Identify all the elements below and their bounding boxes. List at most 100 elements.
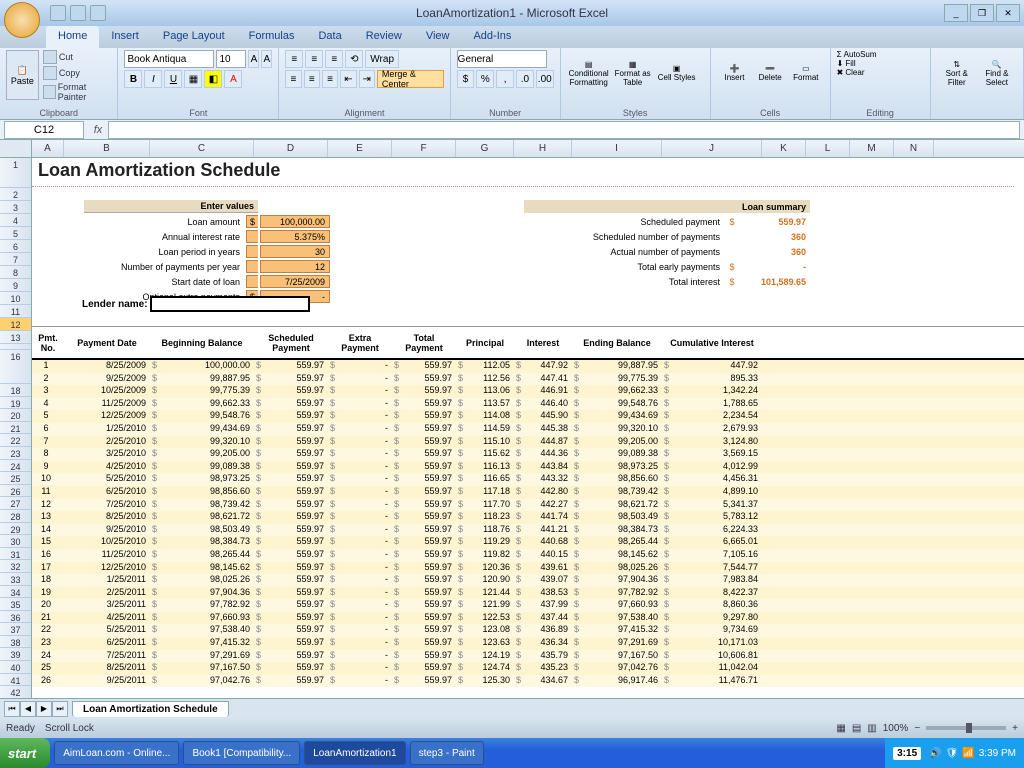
currency-button[interactable]: $: [457, 70, 475, 88]
row-header[interactable]: 6: [0, 240, 31, 253]
row-header[interactable]: 18: [0, 384, 31, 397]
row-header[interactable]: 21: [0, 422, 31, 435]
fx-icon[interactable]: fx: [88, 124, 108, 136]
format-painter-button[interactable]: Format Painter: [43, 82, 112, 102]
table-row[interactable]: 94/25/2010$99,089.38$559.97$-$559.97$116…: [32, 461, 1024, 474]
row-header[interactable]: 28: [0, 510, 31, 523]
taskbar-item[interactable]: Book1 [Compatibility...: [183, 741, 300, 765]
font-name-select[interactable]: [124, 50, 214, 68]
col-header-E[interactable]: E: [328, 140, 392, 157]
row-header[interactable]: 22: [0, 434, 31, 447]
shrink-font-button[interactable]: A: [261, 50, 272, 68]
col-header-N[interactable]: N: [894, 140, 934, 157]
table-row[interactable]: 258/25/2011$97,167.50$559.97$-$559.97$12…: [32, 662, 1024, 675]
row-header[interactable]: 5: [0, 227, 31, 240]
decrease-indent-button[interactable]: ⇤: [340, 70, 356, 88]
view-normal-icon[interactable]: ▦: [836, 723, 845, 734]
start-button[interactable]: start: [0, 738, 50, 768]
increase-decimal-button[interactable]: .0: [516, 70, 534, 88]
find-select-button[interactable]: 🔍Find & Select: [977, 50, 1017, 96]
table-row[interactable]: 310/25/2009$99,775.39$559.97$-$559.97$11…: [32, 385, 1024, 398]
tab-next-button[interactable]: ▶: [36, 701, 52, 717]
delete-cells-button[interactable]: ➖Delete: [752, 50, 788, 96]
fill-button[interactable]: ⬇ Fill: [837, 59, 924, 68]
row-header[interactable]: 27: [0, 497, 31, 510]
table-row[interactable]: 138/25/2010$98,621.72$559.97$-$559.97$11…: [32, 511, 1024, 524]
comma-button[interactable]: ,: [496, 70, 514, 88]
col-header-G[interactable]: G: [456, 140, 514, 157]
taskbar-item[interactable]: step3 - Paint: [410, 741, 484, 765]
col-header-M[interactable]: M: [850, 140, 894, 157]
ribbon-tab-add-ins[interactable]: Add-Ins: [461, 26, 523, 48]
tab-prev-button[interactable]: ◀: [20, 701, 36, 717]
worksheet[interactable]: Loan Amortization Schedule Enter values …: [32, 158, 1024, 698]
ribbon-tab-formulas[interactable]: Formulas: [237, 26, 307, 48]
system-tray[interactable]: 3:15 🔊 🛡 📶 3:39 PM: [885, 738, 1024, 768]
zoom-out-button[interactable]: −: [914, 723, 920, 734]
align-left-button[interactable]: ≡: [285, 70, 301, 88]
row-header[interactable]: 36: [0, 611, 31, 624]
qat-undo-icon[interactable]: [70, 5, 86, 21]
bold-button[interactable]: B: [124, 70, 142, 88]
format-as-table-button[interactable]: ▦Format as Table: [611, 50, 655, 96]
sheet-tab[interactable]: Loan Amortization Schedule: [72, 701, 229, 717]
font-color-button[interactable]: A: [224, 70, 242, 88]
row-header[interactable]: 40: [0, 661, 31, 674]
table-row[interactable]: 225/25/2011$97,538.40$559.97$-$559.97$12…: [32, 624, 1024, 637]
align-center-button[interactable]: ≡: [304, 70, 320, 88]
row-header[interactable]: 2: [0, 188, 31, 201]
taskbar-item[interactable]: LoanAmortization1: [304, 741, 405, 765]
ribbon-tab-home[interactable]: Home: [46, 26, 99, 48]
minimize-button[interactable]: _: [944, 4, 968, 22]
formula-input[interactable]: [108, 121, 1020, 139]
ribbon-tab-insert[interactable]: Insert: [99, 26, 151, 48]
grow-font-button[interactable]: A: [248, 50, 259, 68]
zoom-level[interactable]: 100%: [883, 723, 909, 734]
table-row[interactable]: 181/25/2011$98,025.26$559.97$-$559.97$12…: [32, 574, 1024, 587]
row-header[interactable]: 30: [0, 535, 31, 548]
col-header-J[interactable]: J: [662, 140, 762, 157]
table-row[interactable]: 214/25/2011$97,660.93$559.97$-$559.97$12…: [32, 612, 1024, 625]
conditional-formatting-button[interactable]: ▤Conditional Formatting: [567, 50, 611, 96]
row-header[interactable]: 33: [0, 573, 31, 586]
orientation-button[interactable]: ⟲: [345, 50, 363, 68]
row-header[interactable]: 13: [0, 331, 31, 344]
select-all-corner[interactable]: [0, 140, 32, 157]
row-header[interactable]: 35: [0, 598, 31, 611]
view-layout-icon[interactable]: ▤: [852, 723, 861, 734]
row-header[interactable]: 31: [0, 548, 31, 561]
row-header[interactable]: 9: [0, 279, 31, 292]
tray-icon[interactable]: 🛡: [946, 748, 959, 759]
row-header[interactable]: 7: [0, 253, 31, 266]
percent-button[interactable]: %: [476, 70, 494, 88]
tray-icon[interactable]: 🔊: [929, 748, 941, 759]
table-row[interactable]: 192/25/2011$97,904.36$559.97$-$559.97$12…: [32, 587, 1024, 600]
table-row[interactable]: 127/25/2010$98,739.42$559.97$-$559.97$11…: [32, 499, 1024, 512]
row-header[interactable]: 4: [0, 214, 31, 227]
row-header[interactable]: 34: [0, 586, 31, 599]
ribbon-tab-review[interactable]: Review: [354, 26, 414, 48]
table-row[interactable]: 411/25/2009$99,662.33$559.97$-$559.97$11…: [32, 398, 1024, 411]
cut-button[interactable]: Cut: [43, 50, 112, 64]
zoom-slider[interactable]: [926, 726, 1006, 730]
cell-styles-button[interactable]: ▣Cell Styles: [655, 50, 699, 96]
row-header[interactable]: 38: [0, 636, 31, 649]
row-header[interactable]: 16: [0, 350, 31, 384]
table-row[interactable]: 149/25/2010$98,503.49$559.97$-$559.97$11…: [32, 524, 1024, 537]
align-bottom-button[interactable]: ≡: [325, 50, 343, 68]
sort-filter-button[interactable]: ⇅Sort & Filter: [937, 50, 977, 96]
ribbon-tab-view[interactable]: View: [414, 26, 462, 48]
close-button[interactable]: ✕: [996, 4, 1020, 22]
col-header-D[interactable]: D: [254, 140, 328, 157]
view-break-icon[interactable]: ▥: [867, 723, 876, 734]
row-header[interactable]: 29: [0, 523, 31, 536]
col-header-K[interactable]: K: [762, 140, 806, 157]
table-row[interactable]: 512/25/2009$99,548.76$559.97$-$559.97$11…: [32, 410, 1024, 423]
merge-center-button[interactable]: Merge & Center: [377, 70, 444, 88]
font-size-select[interactable]: [216, 50, 246, 68]
tab-last-button[interactable]: ⏭: [52, 701, 68, 717]
copy-button[interactable]: Copy: [43, 66, 112, 80]
table-row[interactable]: 72/25/2010$99,320.10$559.97$-$559.97$115…: [32, 436, 1024, 449]
row-header[interactable]: 12: [0, 318, 31, 331]
col-header-I[interactable]: I: [572, 140, 662, 157]
